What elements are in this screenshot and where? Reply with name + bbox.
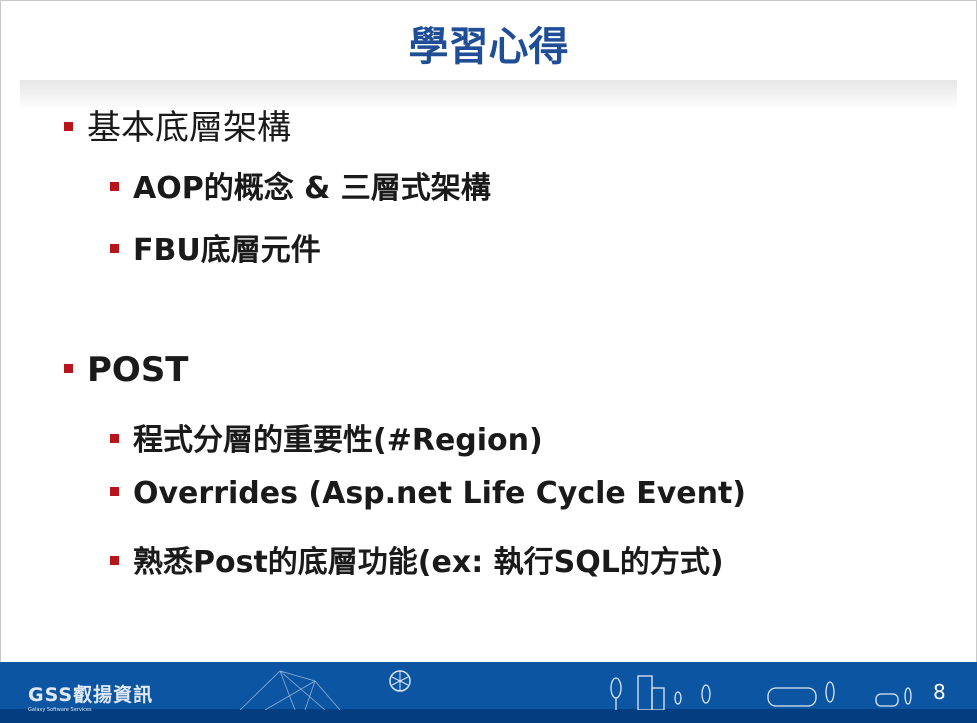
bullet-level2: Overrides (Asp.net Life Cycle Event) xyxy=(110,476,746,511)
logo-text: GSS叡揚資訊 xyxy=(28,684,154,706)
bullet-text: FBU底層元件 xyxy=(133,233,321,268)
slide-title: 學習心得 xyxy=(408,24,569,70)
bullet-icon xyxy=(110,244,119,253)
network-graphic-icon xyxy=(239,670,341,710)
bullet-icon xyxy=(110,556,119,565)
bullet-icon xyxy=(110,182,119,191)
logo-subtext: Galaxy Software Services xyxy=(28,707,92,713)
bullet-icon xyxy=(64,122,73,131)
globe-icon xyxy=(389,670,411,692)
bullet-text: AOP的概念 & 三層式架構 xyxy=(133,171,491,206)
city-scene-icon xyxy=(610,675,912,710)
bullet-text: Overrides (Asp.net Life Cycle Event) xyxy=(133,476,747,511)
company-logo: GSS叡揚資訊 Galaxy Software Services xyxy=(28,680,153,713)
bullet-level2: FBU底層元件 xyxy=(110,225,321,269)
bullet-text: POST xyxy=(87,350,189,390)
bullet-level1: 基本底層架構 xyxy=(64,100,291,149)
bullet-level2: AOP的概念 & 三層式架構 xyxy=(110,163,491,207)
footer-bar: GSS叡揚資訊 Galaxy Software Services 8 xyxy=(0,662,977,723)
bullet-text: 熟悉Post的底層功能(ex: 執行SQL的方式) xyxy=(133,545,724,580)
bullet-icon xyxy=(110,487,119,496)
bullet-icon xyxy=(64,364,73,373)
bullet-icon xyxy=(110,434,119,443)
page-number: 8 xyxy=(933,680,946,704)
bullet-level2: 程式分層的重要性(#Region) xyxy=(110,415,543,459)
bullet-text: 基本底層架構 xyxy=(87,108,291,148)
bullet-text: 程式分層的重要性(#Region) xyxy=(133,423,543,458)
bullet-level2: 熟悉Post的底層功能(ex: 執行SQL的方式) xyxy=(110,537,724,581)
bullet-level1: POST xyxy=(64,350,189,390)
